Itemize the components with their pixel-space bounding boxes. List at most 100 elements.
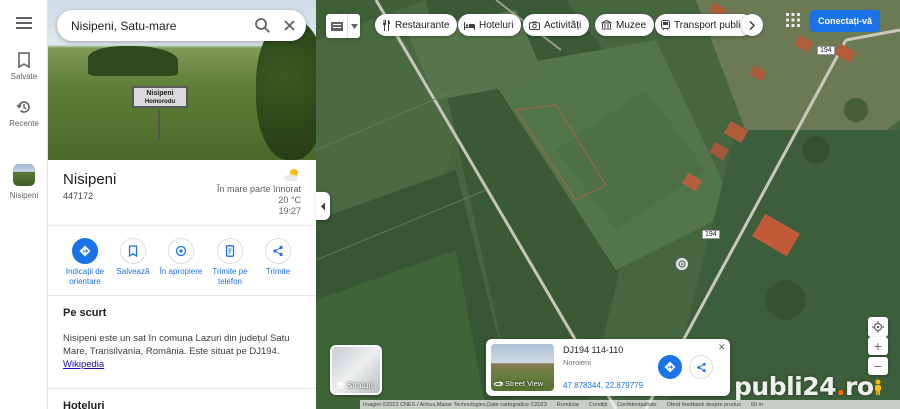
summary-title: Pe scurt [63, 307, 107, 319]
street-view-title: DJ194 114-110 [563, 345, 624, 355]
street-view-thumb-label: Street View [494, 379, 543, 388]
bookmark-icon [18, 52, 30, 68]
history-icon [16, 101, 30, 113]
pegman-icon [875, 379, 881, 395]
country-label: România [556, 401, 579, 408]
privacy-link[interactable]: Confidențialitate [617, 402, 656, 408]
saved-button[interactable]: Salvate [0, 52, 48, 81]
place-postal-code: 447172 [63, 191, 94, 201]
nearby-button[interactable]: În apropiere [156, 238, 206, 277]
street-view-card[interactable]: Street View DJ194 114-110 Noroieni 47.87… [486, 339, 730, 396]
place-thumbnail [13, 164, 35, 186]
place-title: Nisipeni [63, 171, 117, 188]
street-view-thumbnail[interactable]: Street View [491, 344, 554, 391]
chip-hotels-label: Hoteluri [479, 19, 514, 31]
hamburger-icon [16, 17, 32, 29]
layers-toggle[interactable]: Straturi [330, 345, 382, 395]
sign-in-button[interactable]: Conectați-vă [810, 10, 880, 32]
feedback-link[interactable]: Oferă feedback despre produs [667, 402, 741, 408]
map-canvas[interactable]: Restaurante Hoteluri Activități Muzee Tr… [316, 0, 900, 409]
chevron-down-icon [350, 23, 358, 29]
phone-icon [225, 245, 235, 257]
search-icon[interactable] [254, 17, 271, 34]
street-view-locality: Noroieni [563, 358, 591, 367]
street-view-share-button[interactable] [689, 355, 713, 379]
saved-label: Salvate [10, 72, 38, 81]
menu-button[interactable] [0, 16, 48, 34]
action-bar: Indicații de orientare Salvează În aprop… [48, 238, 316, 290]
chip-museums-label: Muzee [616, 19, 647, 31]
chips-next-button[interactable] [741, 14, 763, 36]
street-view-coordinates[interactable]: 47.878344, 22.879779 [563, 381, 643, 390]
chip-activities-label: Activități [544, 19, 582, 31]
recent-button[interactable]: Recente [0, 99, 48, 128]
road-label: 194 [817, 46, 835, 55]
share-icon [273, 245, 283, 257]
divider [48, 225, 316, 226]
maps-app: Salvate Recente Nisipeni Nisipeni Homoro… [0, 0, 900, 409]
recent-place-label: Nisipeni [9, 191, 39, 200]
chip-hotels[interactable]: Hoteluri [458, 14, 522, 36]
locate-icon [872, 321, 884, 333]
bookmark-icon [128, 245, 138, 257]
recent-label: Recente [9, 119, 39, 128]
wikipedia-link[interactable]: Wikipedia [63, 359, 104, 370]
street-view-thumb-text: Street View [505, 379, 544, 388]
street-view-icon [494, 381, 503, 386]
village-sign: Nisipeni Homorodu [132, 86, 188, 108]
weather-condition: În mare parte înnorat [216, 184, 301, 194]
my-location-button[interactable] [868, 317, 888, 337]
museum-icon [601, 20, 612, 30]
apps-grid-icon[interactable] [786, 13, 800, 27]
share-icon [696, 362, 706, 372]
place-marker[interactable] [675, 257, 689, 271]
chip-museums[interactable]: Muzee [595, 14, 655, 36]
sign-post [158, 110, 160, 140]
save-label: Salvează [116, 267, 150, 276]
divider [48, 388, 316, 389]
street-view-directions-button[interactable] [658, 355, 682, 379]
fork-knife-icon [383, 19, 390, 31]
nearby-label: În apropiere [159, 267, 203, 276]
watermark-logo: publi24.ro [734, 372, 874, 401]
weather-time: 19:27 [278, 206, 301, 216]
layers-icon [336, 381, 345, 390]
directions-button[interactable]: Indicații de orientare [60, 238, 110, 287]
chip-restaurants[interactable]: Restaurante [375, 14, 458, 36]
summary-body: Nisipeni este un sat în comuna Lazuri di… [63, 333, 290, 357]
nearby-icon [175, 245, 187, 257]
send-to-phone-button[interactable]: Trimite pe telefon [205, 238, 255, 287]
place-panel: Nisipeni Homorodu Nisipeni 447172 În mar… [48, 0, 316, 409]
chevron-right-icon [749, 20, 755, 30]
share-button[interactable]: Trimite [253, 238, 303, 277]
map-footer: Imagini ©2023 CNES / Airbus,Maxar Techno… [360, 400, 900, 409]
directions-icon [664, 361, 676, 373]
bed-icon [464, 21, 475, 30]
close-icon[interactable] [281, 17, 298, 34]
collapse-panel-button[interactable] [316, 192, 330, 220]
search-input[interactable] [71, 10, 241, 41]
map-type-button[interactable] [326, 14, 360, 38]
transit-icon [661, 19, 670, 30]
directions-icon [79, 245, 91, 257]
scale-bar: 50 m [750, 401, 764, 408]
left-rail: Salvate Recente Nisipeni [0, 0, 48, 409]
send-to-phone-label: Trimite pe telefon [212, 267, 248, 286]
chip-activities[interactable]: Activități [523, 14, 590, 36]
terms-link[interactable]: Condiții [589, 402, 607, 408]
sign-text-line-2: Homorodu [144, 99, 176, 105]
partly-cloudy-icon [284, 169, 298, 182]
close-icon[interactable]: ✕ [718, 342, 726, 353]
tree [256, 20, 316, 160]
summary-text: Nisipeni este un sat în comuna Lazuri di… [63, 332, 303, 371]
tree-line [88, 46, 178, 76]
directions-label: Indicații de orientare [65, 267, 105, 286]
weather-temperature: 20 °C [278, 195, 301, 205]
chip-transit[interactable]: Transport public [655, 14, 754, 36]
recent-place-nisipeni[interactable]: Nisipeni [0, 164, 48, 200]
chevron-left-icon [321, 202, 325, 210]
layers-grid-icon [330, 21, 343, 31]
zoom-in-button[interactable]: + [868, 337, 888, 355]
chip-restaurants-label: Restaurante [395, 19, 450, 31]
save-button[interactable]: Salvează [108, 238, 158, 277]
